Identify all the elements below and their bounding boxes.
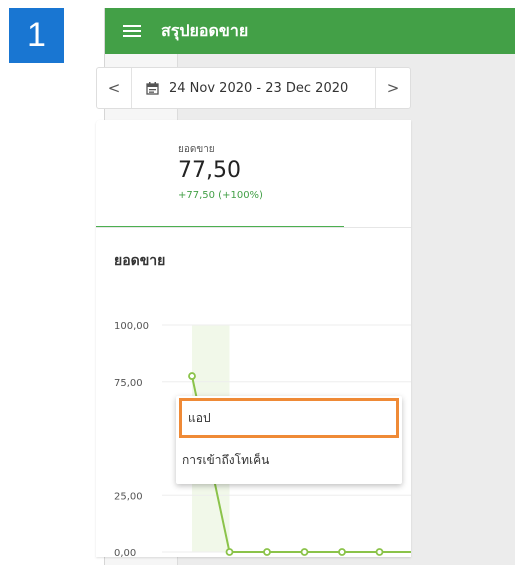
step-number-badge: 1 <box>9 8 64 63</box>
data-point[interactable] <box>225 548 234 556</box>
sales-line-chart: 100,00 75,00 25,00 0,00 <box>114 321 411 557</box>
sales-summary-card: ยอดขาย 77,50 +77,50 (+100%) ยอดขาย 100,0… <box>96 120 411 557</box>
page-title: สรุปยอดขาย <box>161 20 249 40</box>
data-point[interactable] <box>263 548 271 556</box>
top-bar: สรุปยอดขาย <box>105 8 515 54</box>
data-point[interactable] <box>375 548 384 556</box>
popup-menu: แอป การเข้าถึงโทเค็น <box>176 396 402 484</box>
date-range-selector[interactable]: 24 Nov 2020 - 23 Dec 2020 <box>132 81 375 96</box>
y-tick-label: 25,00 <box>114 491 143 502</box>
calendar-icon <box>146 81 159 95</box>
menu-item-apps[interactable]: แอป <box>179 398 399 438</box>
y-tick-label: 75,00 <box>114 378 143 389</box>
menu-icon[interactable] <box>123 25 141 37</box>
menu-item-access-tokens[interactable]: การเข้าถึงโทเค็น <box>176 440 402 480</box>
previous-period-button[interactable]: < <box>97 68 132 108</box>
data-point[interactable] <box>338 548 346 556</box>
data-point[interactable] <box>188 372 196 380</box>
date-range-text: 24 Nov 2020 - 23 Dec 2020 <box>169 80 349 96</box>
data-point[interactable] <box>300 548 309 556</box>
date-range-picker: < 24 Nov 2020 - 23 Dec 2020 > <box>96 67 411 109</box>
next-period-button[interactable]: > <box>375 68 410 108</box>
y-tick-label: 0,00 <box>114 548 136 557</box>
y-tick-label: 100,00 <box>114 321 149 332</box>
